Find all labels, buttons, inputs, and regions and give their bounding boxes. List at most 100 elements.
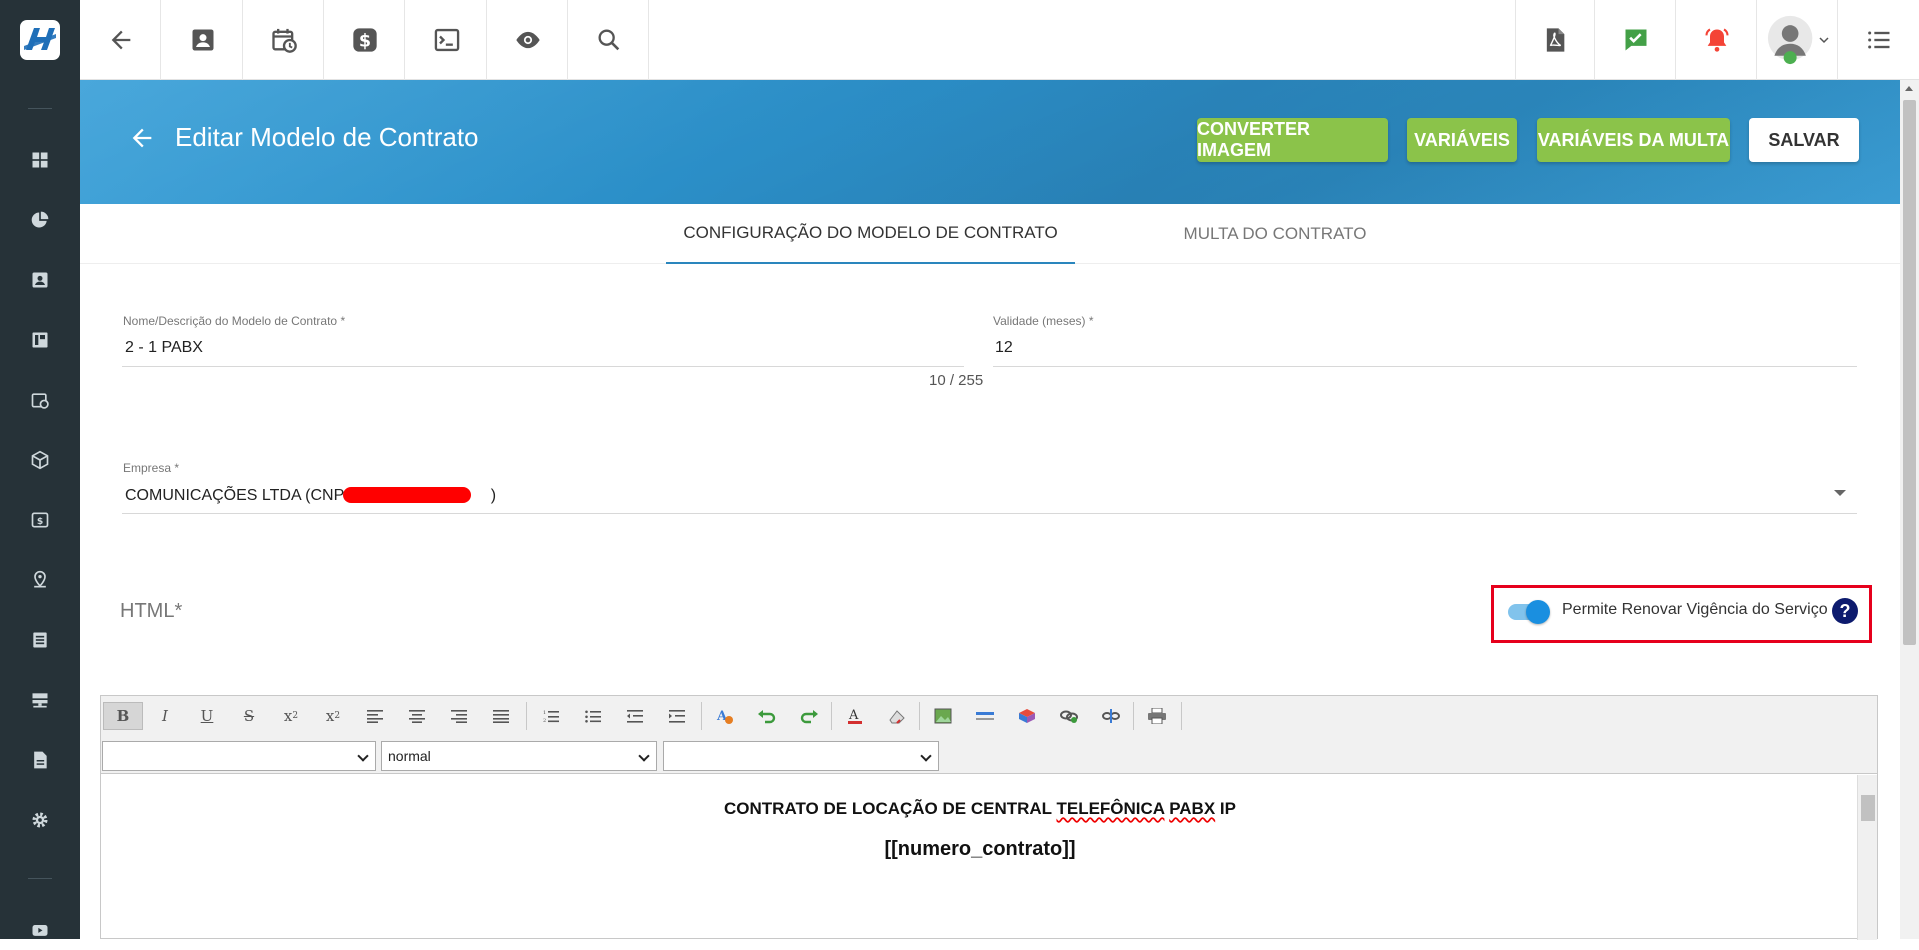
validity-field-label: Validade (meses) *	[993, 314, 1094, 328]
help-icon[interactable]: ?	[1832, 598, 1858, 624]
sidebar-divider	[28, 108, 52, 109]
list-doc-icon	[33, 632, 47, 648]
money-icon: $	[31, 512, 49, 528]
user-menu-button[interactable]	[1758, 0, 1838, 80]
terminal-button[interactable]	[407, 0, 487, 80]
html-editor: B I U S x2 x2 12 A A normal CONTRATO DE …	[100, 695, 1878, 940]
tab-contract-fine[interactable]: MULTA DO CONTRATO	[1090, 204, 1460, 264]
sidebar-item-documents[interactable]	[0, 620, 80, 660]
pdf-button[interactable]	[1515, 0, 1595, 80]
sidebar: $	[0, 80, 80, 939]
sidebar-item-finance[interactable]: $	[0, 500, 80, 540]
sidebar-item-settings[interactable]	[0, 800, 80, 840]
page-scrollbar[interactable]	[1900, 80, 1919, 939]
contact-card-icon	[192, 29, 213, 51]
sidebar-item-videos[interactable]	[0, 910, 80, 950]
schedule-button[interactable]	[244, 0, 324, 80]
link-icon[interactable]	[1049, 702, 1089, 730]
unlink-icon[interactable]	[1091, 702, 1131, 730]
sidebar-item-products[interactable]	[0, 440, 80, 480]
company-select-suffix: )	[490, 487, 497, 504]
font-family-select[interactable]	[102, 741, 376, 771]
fine-variables-button[interactable]: VARIÁVEIS DA MULTA	[1537, 118, 1730, 162]
user-avatar-icon	[1767, 15, 1812, 65]
dollar-icon: $	[352, 28, 377, 52]
contact-card-icon	[32, 272, 48, 288]
document-variable: [[numero_contrato]]	[884, 838, 1076, 860]
editor-toolbar: B I U S x2 x2 12 A A	[101, 696, 1877, 736]
redo-icon[interactable]	[789, 702, 829, 730]
renew-toggle-label: Permite Renovar Vigência do Serviço	[1562, 601, 1828, 618]
align-center-icon[interactable]	[397, 702, 437, 730]
sidebar-item-dashboard[interactable]	[0, 140, 80, 180]
menu-button[interactable]	[1839, 0, 1919, 80]
alarm-bell-icon	[1704, 28, 1729, 52]
align-justify-icon[interactable]	[481, 702, 521, 730]
print-icon[interactable]	[1137, 702, 1177, 730]
ordered-list-icon[interactable]: 12	[531, 702, 571, 730]
sidebar-item-reports[interactable]	[0, 200, 80, 240]
terminal-icon	[434, 28, 459, 52]
align-right-icon[interactable]	[439, 702, 479, 730]
tasks-button[interactable]	[1596, 0, 1676, 80]
calendar-clock-icon	[31, 393, 49, 409]
bold-icon[interactable]: B	[103, 702, 143, 730]
pie-chart-icon	[31, 211, 49, 228]
convert-image-button[interactable]: CONVERTER IMAGEM	[1197, 118, 1388, 162]
tab-contract-config[interactable]: CONFIGURAÇÃO DO MODELO DE CONTRATO	[666, 204, 1075, 264]
name-field-underline	[122, 366, 964, 367]
document-title: CONTRATO DE LOCAÇÃO DE CENTRAL TELEFÔNIC…	[724, 799, 1236, 818]
sidebar-divider	[28, 878, 52, 879]
company-field-underline	[122, 513, 1857, 514]
sidebar-item-boards[interactable]	[0, 320, 80, 360]
superscript-icon[interactable]: x2	[313, 702, 353, 730]
renew-toggle[interactable]	[1508, 600, 1550, 624]
editor-scrollbar[interactable]	[1857, 775, 1877, 940]
sidebar-item-contracts[interactable]	[0, 740, 80, 780]
highlight-icon[interactable]	[877, 702, 917, 730]
font-color-icon[interactable]: A	[835, 702, 875, 730]
dashboard-icon	[32, 152, 48, 168]
outdent-icon[interactable]	[615, 702, 655, 730]
italic-icon[interactable]: I	[145, 702, 185, 730]
remove-format-icon[interactable]: A	[705, 702, 745, 730]
underline-icon[interactable]: U	[187, 702, 227, 730]
table-icon[interactable]	[1007, 702, 1047, 730]
html-editor-label: HTML*	[120, 600, 183, 622]
subscript-icon[interactable]: x2	[271, 702, 311, 730]
save-button[interactable]: SALVAR	[1749, 118, 1859, 162]
pdf-icon	[1546, 28, 1565, 52]
app-logo[interactable]	[0, 0, 80, 80]
align-left-icon[interactable]	[355, 702, 395, 730]
logo-mark	[20, 20, 60, 60]
video-icon	[32, 925, 48, 936]
sidebar-item-schedule[interactable]	[0, 380, 80, 420]
validity-field[interactable]: 12	[995, 339, 1013, 357]
image-icon[interactable]	[923, 702, 963, 730]
sidebar-item-locations[interactable]	[0, 560, 80, 600]
back-arrow-icon	[111, 30, 130, 50]
strikethrough-icon[interactable]: S	[229, 702, 269, 730]
dropdown-caret-icon[interactable]	[1834, 490, 1846, 496]
indent-icon[interactable]	[657, 702, 697, 730]
undo-icon[interactable]	[747, 702, 787, 730]
search-button[interactable]	[569, 0, 649, 80]
unordered-list-icon[interactable]	[573, 702, 613, 730]
sidebar-item-servers[interactable]	[0, 680, 80, 720]
view-button[interactable]	[488, 0, 568, 80]
back-button[interactable]	[81, 0, 161, 80]
name-field[interactable]: 2 - 1 PABX	[125, 339, 203, 357]
chevron-down-icon	[1818, 37, 1829, 44]
block-format-select[interactable]	[663, 741, 939, 771]
sidebar-item-clients[interactable]	[0, 260, 80, 300]
company-select-value: COMUNICAÇÕES LTDA (CNPJ:	[125, 487, 357, 504]
alarms-button[interactable]	[1677, 0, 1757, 80]
contacts-button[interactable]	[163, 0, 243, 80]
variables-button[interactable]: VARIÁVEIS	[1407, 118, 1517, 162]
horizontal-rule-icon[interactable]	[965, 702, 1005, 730]
svg-text:2: 2	[543, 718, 546, 723]
name-field-label: Nome/Descrição do Modelo de Contrato *	[123, 314, 346, 328]
font-size-select[interactable]: normal	[381, 741, 657, 771]
finance-button[interactable]: $	[325, 0, 405, 80]
header-back-icon[interactable]	[128, 124, 156, 152]
